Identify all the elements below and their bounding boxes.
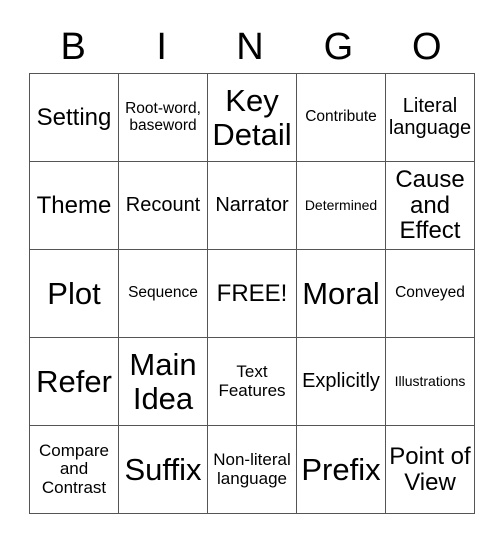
bingo-cell[interactable]: Moral — [296, 249, 386, 338]
bingo-cell[interactable]: Contribute — [296, 73, 386, 162]
grid-row: Setting Root-word, baseword Key Detail C… — [29, 73, 475, 162]
bingo-cell[interactable]: Setting — [29, 73, 119, 162]
bingo-cell[interactable]: Conveyed — [385, 249, 475, 338]
header-letter-i: I — [156, 26, 167, 68]
grid-row: Theme Recount Narrator Determined Cause … — [29, 161, 475, 250]
bingo-grid: Setting Root-word, baseword Key Detail C… — [29, 73, 475, 514]
bingo-cell[interactable]: Theme — [29, 161, 119, 250]
grid-row: Refer Main Idea Text Features Explicitly… — [29, 337, 475, 426]
bingo-cell[interactable]: Literal language — [385, 73, 475, 162]
bingo-cell[interactable]: Cause and Effect — [385, 161, 475, 250]
free-space[interactable]: FREE! — [207, 249, 297, 338]
bingo-cell[interactable]: Key Detail — [207, 73, 297, 162]
bingo-cell[interactable]: Main Idea — [118, 337, 208, 426]
bingo-cell[interactable]: Sequence — [118, 249, 208, 338]
bingo-cell[interactable]: Prefix — [296, 425, 386, 514]
bingo-cell[interactable]: Refer — [29, 337, 119, 426]
bingo-header: B I N G O — [29, 22, 471, 72]
bingo-cell[interactable]: Non-literal language — [207, 425, 297, 514]
bingo-cell[interactable]: Explicitly — [296, 337, 386, 426]
bingo-cell[interactable]: Text Features — [207, 337, 297, 426]
header-letter-n: N — [236, 26, 264, 68]
bingo-cell[interactable]: Illustrations — [385, 337, 475, 426]
bingo-cell[interactable]: Plot — [29, 249, 119, 338]
grid-row: Compare and Contrast Suffix Non-literal … — [29, 425, 475, 514]
header-letter-g: G — [323, 26, 354, 68]
grid-row: Plot Sequence FREE! Moral Conveyed — [29, 249, 475, 338]
bingo-cell[interactable]: Compare and Contrast — [29, 425, 119, 514]
bingo-cell[interactable]: Point of View — [385, 425, 475, 514]
bingo-cell[interactable]: Suffix — [118, 425, 208, 514]
bingo-cell[interactable]: Determined — [296, 161, 386, 250]
header-letter-o: O — [412, 26, 442, 68]
bingo-cell[interactable]: Recount — [118, 161, 208, 250]
header-letter-b: B — [60, 26, 86, 68]
bingo-cell[interactable]: Narrator — [207, 161, 297, 250]
bingo-cell[interactable]: Root-word, baseword — [118, 73, 208, 162]
